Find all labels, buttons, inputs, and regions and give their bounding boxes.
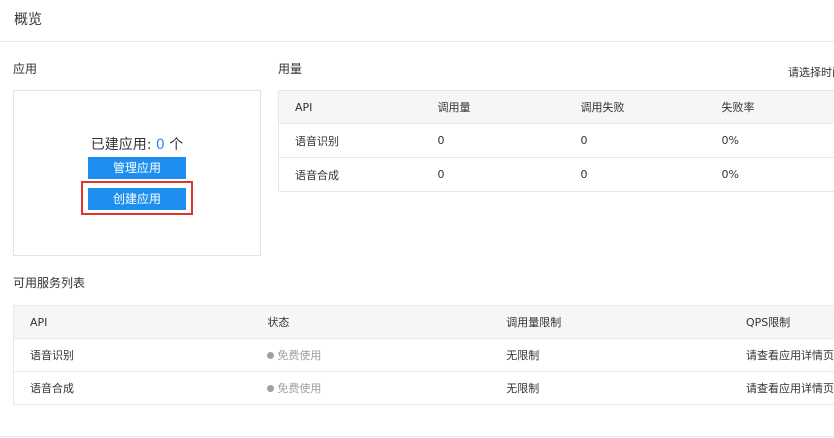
table-row: 语音识别 免费使用 无限制 请查看应用详情页: [13, 338, 834, 372]
service-status-label: 免费使用: [277, 382, 322, 395]
column-header-calls: 调用量: [437, 101, 471, 114]
service-status-cell: 免费使用: [251, 339, 490, 372]
column-header-status: 状态: [267, 316, 290, 329]
usage-failure-rate-cell: 0%: [721, 168, 739, 181]
table-row: 语音合成 0 0 0%: [278, 157, 834, 192]
column-header-qps: QPS限制: [746, 316, 791, 329]
usage-failure-rate-cell: 0%: [721, 134, 739, 147]
column-header-failures: 调用失败: [580, 101, 625, 114]
usage-failures-cell: 0: [580, 134, 588, 147]
usage-calls-cell: 0: [437, 168, 445, 181]
usage-failures-cell: 0: [580, 168, 588, 181]
service-api-cell: 语音合成: [30, 382, 74, 395]
create-app-button[interactable]: 创建应用: [88, 188, 186, 210]
usage-section-title: 用量: [278, 62, 303, 76]
services-section-title: 可用服务列表: [13, 276, 86, 290]
service-status-cell: 免费使用: [251, 372, 490, 405]
app-count-line: 已建应用: 0 个: [13, 134, 261, 154]
app-count-unit: 个: [164, 137, 184, 153]
service-qps-link[interactable]: 请查看应用详情页: [746, 380, 834, 396]
service-qps-cell: 请查看应用详情页: [730, 339, 834, 372]
table-row: 语音合成 免费使用 无限制 请查看应用详情页: [13, 371, 834, 405]
app-count-number: 0: [155, 137, 165, 153]
usage-api-cell: 语音合成: [295, 168, 339, 182]
app-count-label: 已建应用:: [90, 137, 156, 153]
bottom-divider: [0, 436, 834, 437]
time-range-selector[interactable]: 请选择时间: [788, 64, 834, 80]
usage-table: API 调用量 调用失败 失败率 语音识别 0 0 0% 语音合成 0 0 0%: [278, 90, 834, 192]
usage-table-header: API 调用量 调用失败 失败率: [278, 90, 834, 124]
service-status-label: 免费使用: [277, 349, 322, 362]
column-header-quota: 调用量限制: [506, 316, 562, 329]
service-qps-link[interactable]: 请查看应用详情页: [746, 347, 834, 363]
title-divider: [0, 41, 834, 42]
apps-section-title: 应用: [13, 62, 38, 76]
column-header-failure-rate: 失败率: [721, 101, 755, 114]
usage-calls-cell: 0: [437, 134, 445, 147]
service-quota-cell: 无限制: [506, 349, 540, 362]
manage-apps-button[interactable]: 管理应用: [88, 157, 186, 179]
services-table: API 状态 调用量限制 QPS限制 语音识别 免费使用 无限制 请查看应用详情…: [13, 305, 834, 405]
usage-api-cell: 语音识别: [295, 134, 339, 148]
service-api-cell: 语音识别: [30, 349, 74, 362]
status-dot-icon: [267, 352, 275, 359]
page-title: 概览: [14, 12, 42, 28]
column-header-api: API: [30, 315, 48, 329]
status-dot-icon: [267, 385, 275, 392]
service-quota-cell: 无限制: [506, 382, 540, 395]
services-table-header: API 状态 调用量限制 QPS限制: [13, 305, 834, 339]
table-row: 语音识别 0 0 0%: [278, 123, 834, 158]
column-header-api: API: [295, 100, 313, 114]
service-qps-cell: 请查看应用详情页: [730, 372, 834, 405]
